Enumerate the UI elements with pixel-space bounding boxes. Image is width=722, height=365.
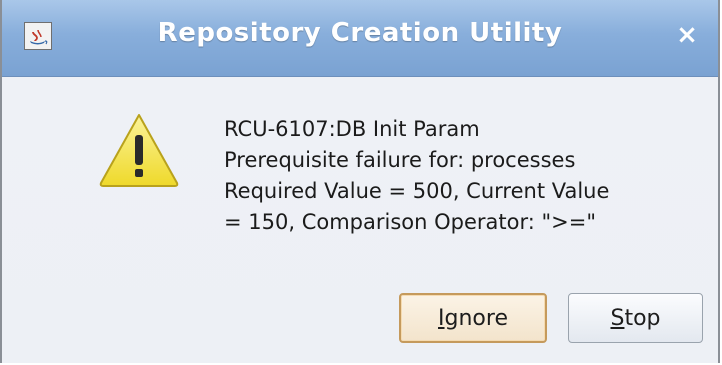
message-line: = 150, Comparison Operator: ">=" <box>224 210 597 234</box>
stop-button-label: top <box>624 305 661 331</box>
warning-icon <box>99 114 179 187</box>
stop-button[interactable]: Stop <box>568 293 703 343</box>
message-line: RCU-6107:DB Init Param <box>224 117 480 141</box>
dialog-body: RCU-6107:DB Init Param Prerequisite fail… <box>2 77 718 363</box>
title-bar[interactable]: Repository Creation Utility × <box>2 0 718 77</box>
stop-button-mnemonic: S <box>610 305 625 331</box>
window-title: Repository Creation Utility <box>157 18 563 48</box>
dialog-window: Repository Creation Utility × RCU-6107:D… <box>0 0 720 363</box>
ignore-button[interactable]: Ignore <box>399 293 547 343</box>
message-line: Required Value = 500, Current Value <box>224 179 610 203</box>
error-message: RCU-6107:DB Init Param Prerequisite fail… <box>224 114 694 238</box>
close-icon[interactable]: × <box>670 18 704 52</box>
ignore-button-label: gnore <box>444 305 508 331</box>
message-line: Prerequisite failure for: processes <box>224 148 576 172</box>
